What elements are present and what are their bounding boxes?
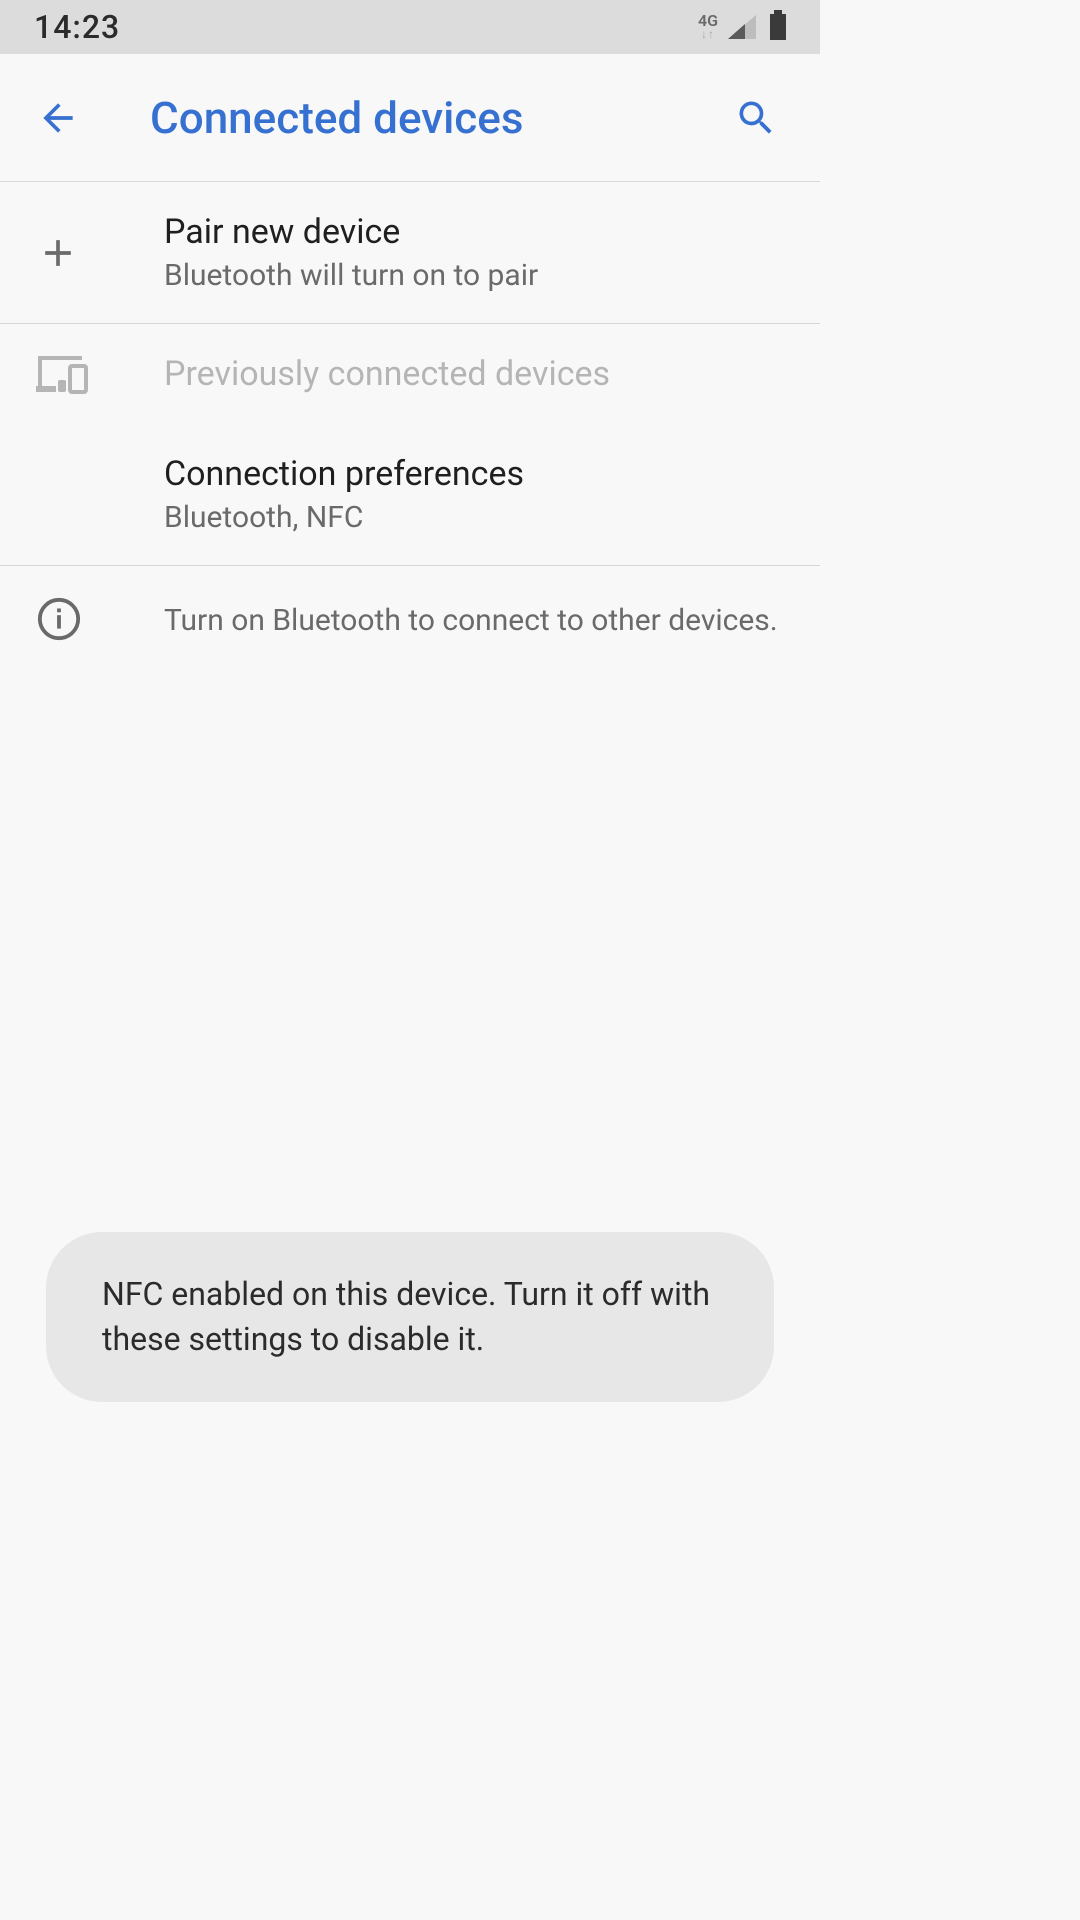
status-time: 14:23 [34, 8, 120, 46]
previous-title: Previously connected devices [164, 354, 784, 394]
arrow-back-icon [36, 96, 80, 140]
prefs-title: Connection preferences [164, 454, 784, 494]
status-icons: 4G ↓↑ [698, 14, 786, 40]
network-arrows-icon: ↓↑ [701, 29, 715, 40]
pair-subtitle: Bluetooth will turn on to pair [164, 258, 784, 293]
previously-connected-item: Previously connected devices [0, 324, 820, 424]
toast-text: NFC enabled on this device. Turn it off … [102, 1272, 718, 1362]
signal-icon [728, 15, 756, 39]
back-button[interactable] [36, 96, 92, 140]
search-button[interactable] [728, 96, 784, 140]
battery-icon [770, 14, 786, 40]
info-text: Turn on Bluetooth to connect to other de… [164, 601, 784, 642]
toast: NFC enabled on this device. Turn it off … [46, 1232, 774, 1402]
info-icon [36, 596, 82, 642]
prefs-subtitle: Bluetooth, NFC [164, 500, 784, 535]
page-title: Connected devices [150, 92, 728, 144]
search-icon [734, 96, 778, 140]
pair-new-device-item[interactable]: Pair new device Bluetooth will turn on t… [0, 182, 820, 324]
devices-icon [36, 354, 88, 394]
bluetooth-info-item: Turn on Bluetooth to connect to other de… [0, 566, 820, 672]
plus-icon [36, 231, 80, 275]
status-bar: 14:23 4G ↓↑ [0, 0, 820, 54]
pair-title: Pair new device [164, 212, 784, 252]
connection-preferences-item[interactable]: Connection preferences Bluetooth, NFC [0, 424, 820, 566]
network-indicator: 4G ↓↑ [698, 14, 718, 39]
app-bar: Connected devices [0, 54, 820, 182]
